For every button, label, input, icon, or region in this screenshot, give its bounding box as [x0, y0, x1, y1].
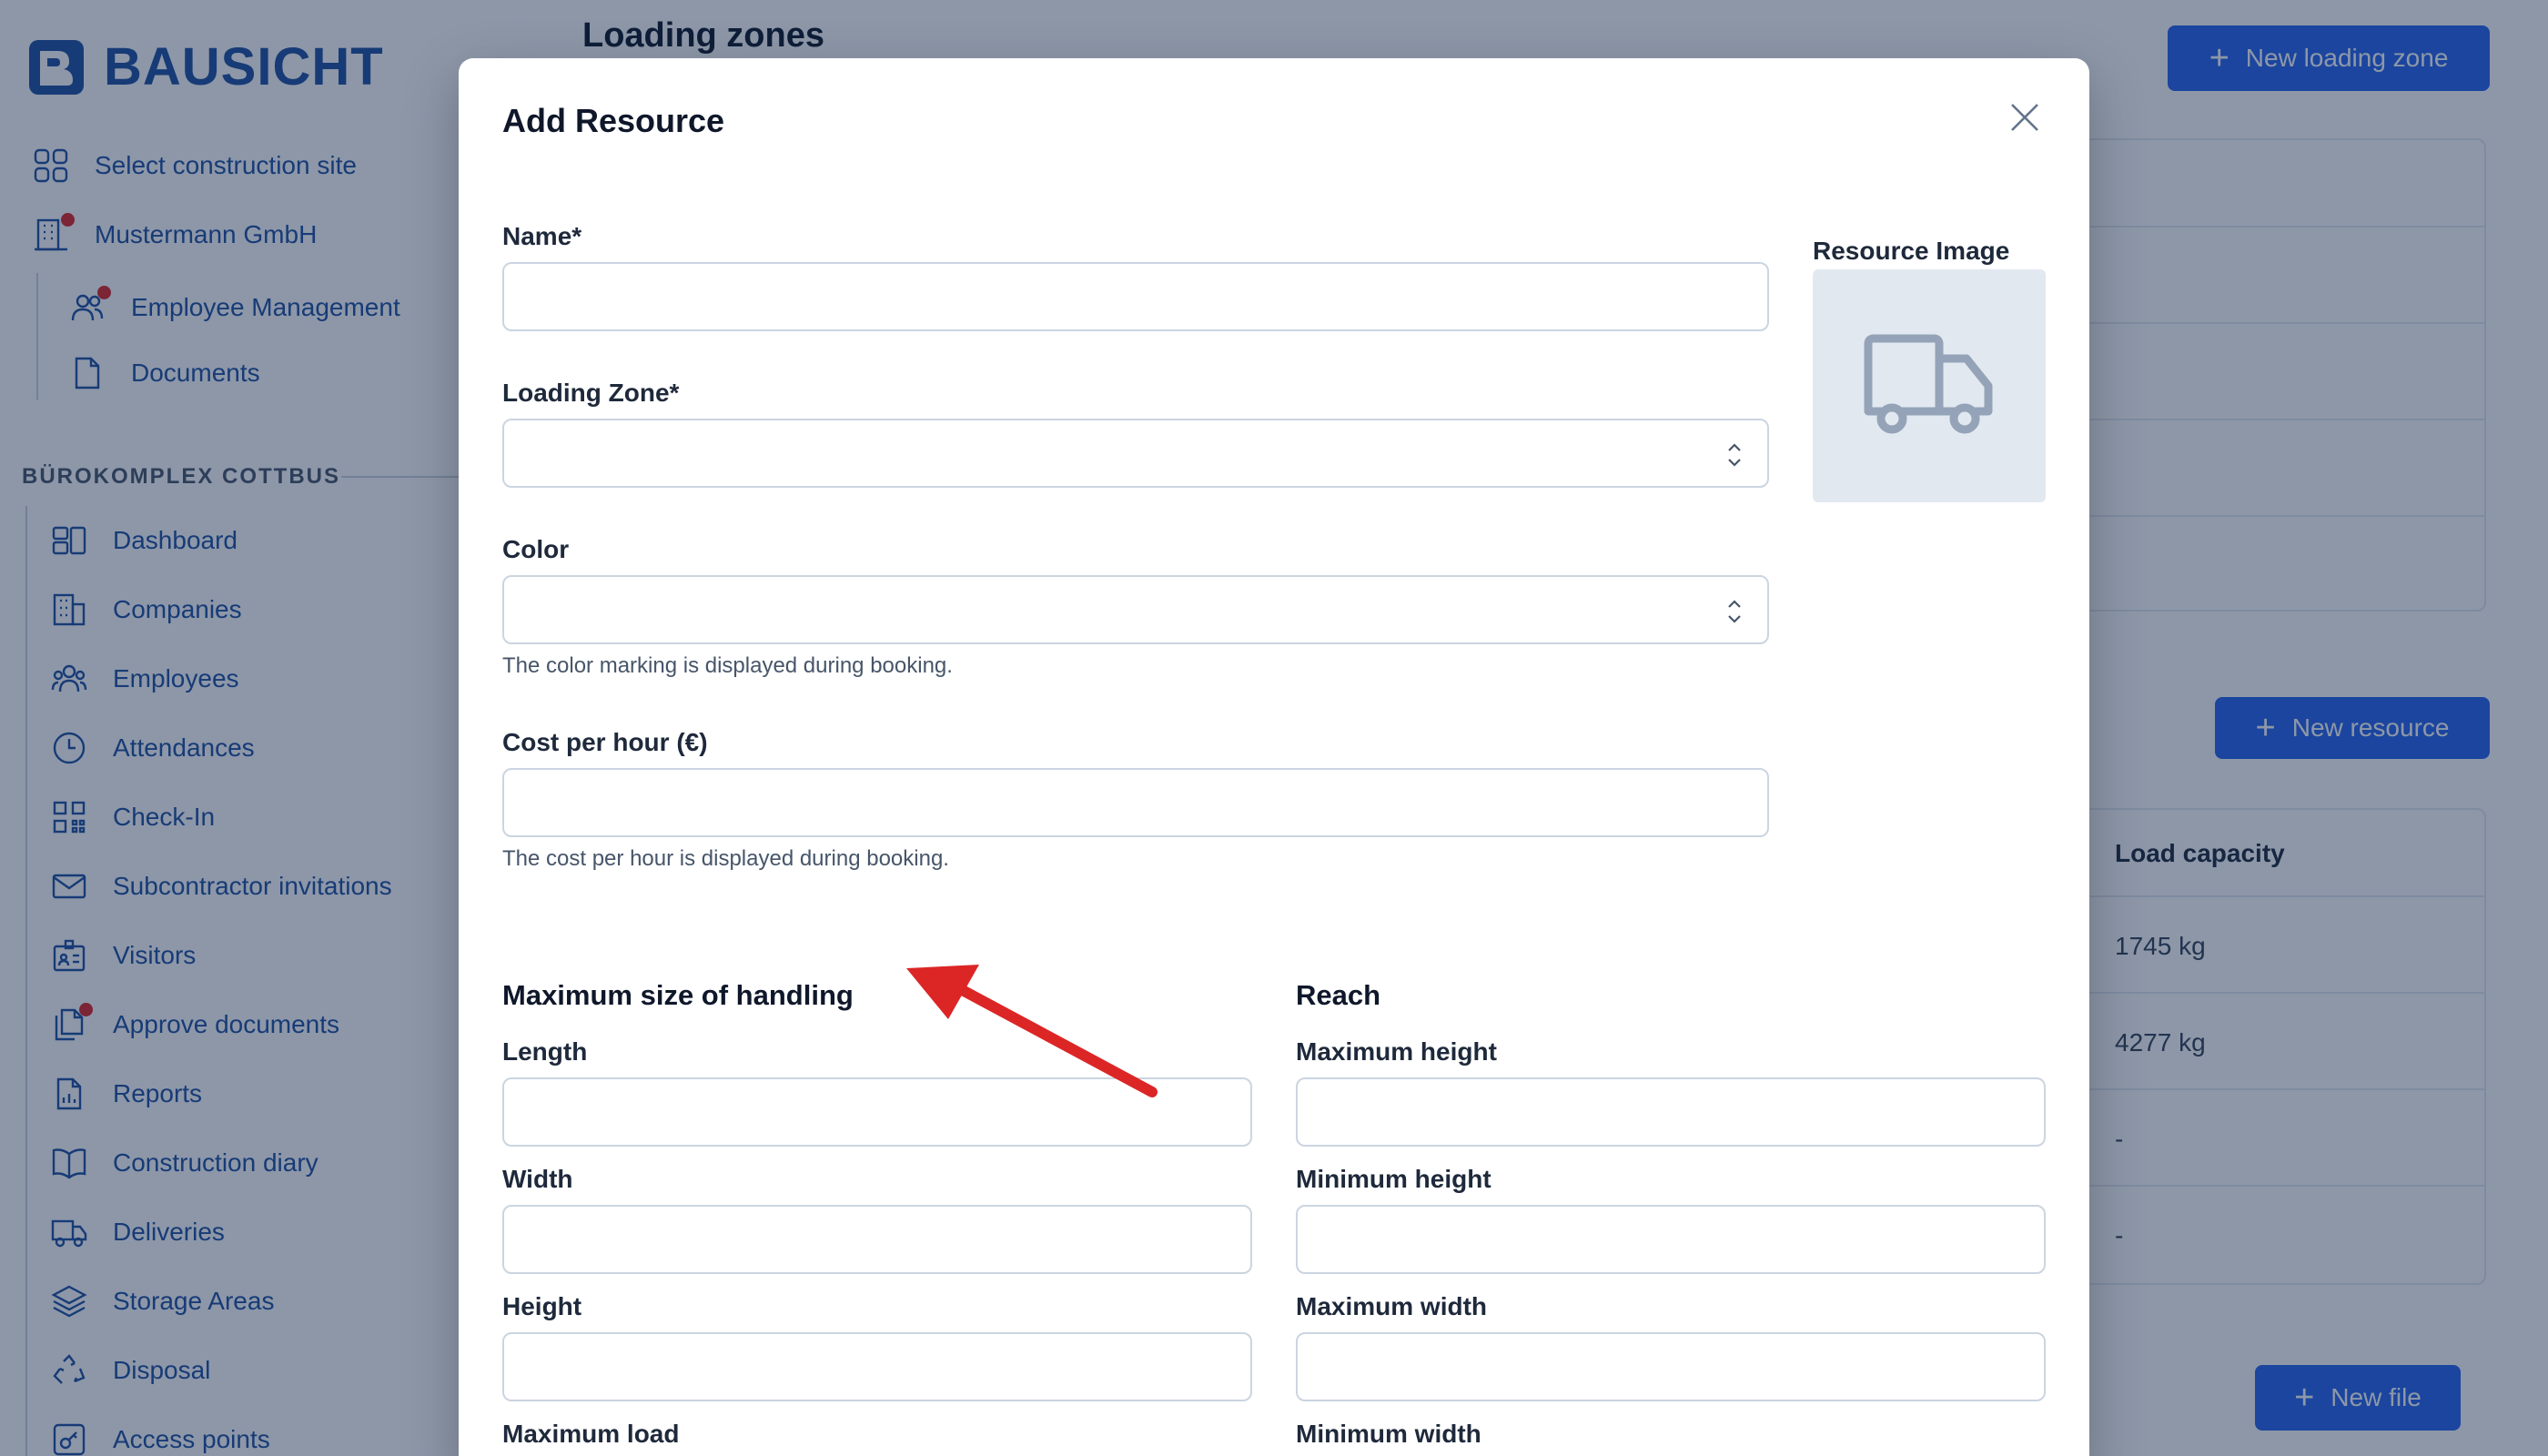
color-help-text: The color marking is displayed during bo…: [502, 653, 953, 678]
length-label: Length: [502, 1037, 588, 1066]
min-height-input[interactable]: [1296, 1205, 2046, 1274]
close-button[interactable]: [2002, 95, 2048, 140]
chevron-up-down-icon: [1728, 443, 1741, 467]
handling-section-title: Maximum size of handling: [502, 979, 854, 1011]
max-height-label: Maximum height: [1296, 1037, 1497, 1066]
max-height-input[interactable]: [1296, 1077, 2046, 1147]
loading-zone-select[interactable]: [502, 419, 1769, 488]
loading-zone-label: Loading Zone*: [502, 379, 680, 407]
add-resource-modal: Add Resource Name* Loading Zone* Color T…: [459, 58, 2089, 1456]
close-icon: [2011, 104, 2038, 131]
width-input[interactable]: [502, 1205, 1252, 1274]
name-label: Name*: [502, 222, 582, 250]
cost-help-text: The cost per hour is displayed during bo…: [502, 846, 949, 871]
cost-input[interactable]: [502, 768, 1769, 837]
annotation-arrow-icon: [906, 965, 1158, 1097]
resource-image-upload[interactable]: [1813, 269, 2046, 502]
truck-icon: [1864, 334, 1993, 434]
modal-title: Add Resource: [502, 102, 725, 139]
max-load-label: Maximum load: [502, 1420, 680, 1448]
width-label: Width: [502, 1165, 573, 1193]
name-input[interactable]: [502, 262, 1769, 331]
max-width-label: Maximum width: [1296, 1292, 1488, 1320]
height-input[interactable]: [502, 1332, 1252, 1401]
chevron-up-down-icon: [1728, 600, 1741, 623]
color-label: Color: [502, 535, 570, 563]
min-height-label: Minimum height: [1296, 1165, 1491, 1193]
color-select[interactable]: [502, 575, 1769, 644]
reach-section-title: Reach: [1296, 979, 1381, 1011]
min-width-label: Minimum width: [1296, 1420, 1481, 1448]
resource-image-label: Resource Image: [1813, 237, 2010, 265]
max-width-input[interactable]: [1296, 1332, 2046, 1401]
height-label: Height: [502, 1292, 582, 1320]
cost-label: Cost per hour (€): [502, 728, 708, 756]
